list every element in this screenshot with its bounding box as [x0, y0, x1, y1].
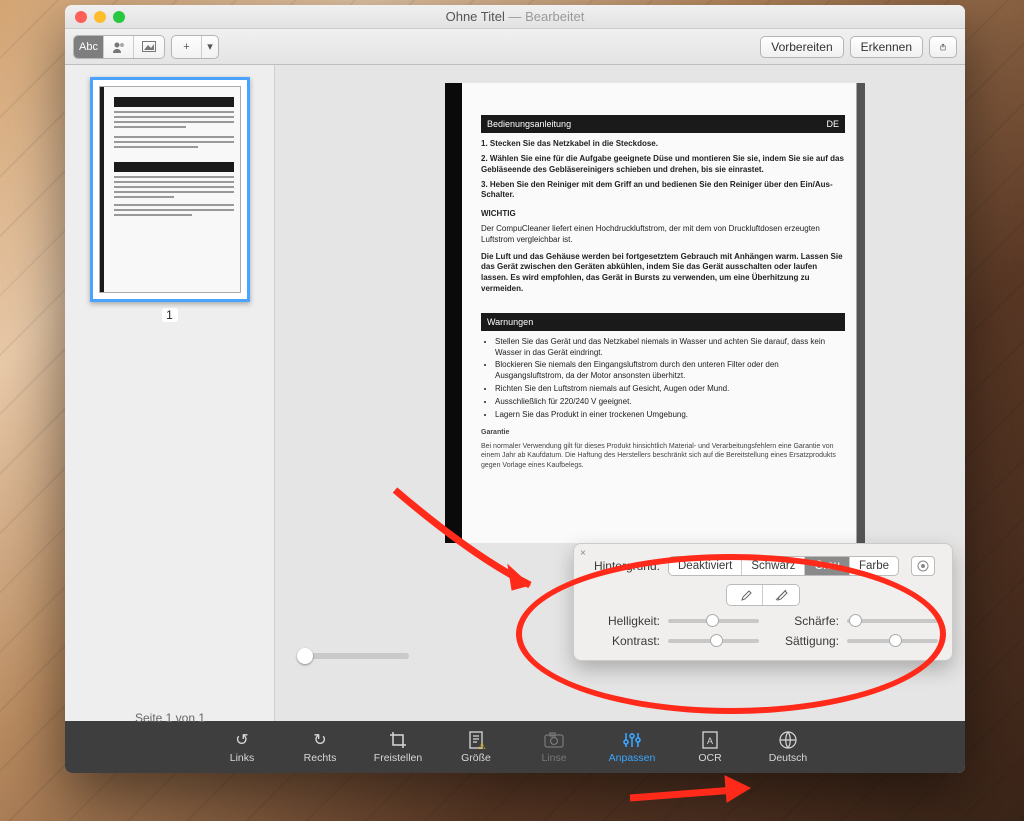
rotate-left-button[interactable]: ↺Links — [215, 730, 269, 764]
thumbnail-sidebar: 1 — [65, 65, 275, 721]
language-button[interactable]: Deutsch — [761, 730, 815, 764]
adjust-button[interactable]: Anpassen — [605, 730, 659, 764]
abc-mode-button[interactable]: Abc — [74, 36, 104, 58]
view-mode-segment[interactable]: Abc — [73, 35, 165, 59]
rotate-right-button[interactable]: ↻Rechts — [293, 730, 347, 764]
annotation-arrow-2 — [620, 768, 770, 818]
document-preview: BedienungsanleitungDE 1. Stecken Sie das… — [445, 83, 865, 543]
section-title: Bedienungsanleitung — [487, 118, 571, 130]
size-button[interactable]: Größe — [449, 730, 503, 764]
titlebar: Ohne Titel — Bearbeitet — [65, 5, 965, 29]
title-main: Ohne Titel — [446, 9, 505, 24]
lens-button[interactable]: Linse — [527, 730, 581, 764]
section-lang: DE — [826, 118, 839, 130]
minimize-icon[interactable] — [94, 11, 106, 23]
ocr-button[interactable]: AOCR — [683, 730, 737, 764]
title-suffix: — Bearbeitet — [505, 9, 585, 24]
toolbar: Abc + ▾ Vorbereiten Erkennen — [65, 29, 965, 65]
add-dropdown-button[interactable]: ▾ — [202, 36, 218, 58]
add-button[interactable]: + — [172, 36, 202, 58]
thumbnail-page-number: 1 — [162, 308, 178, 322]
annotation-ellipse — [516, 554, 946, 714]
zoom-icon[interactable] — [113, 11, 125, 23]
bottom-toolbar: ↺Links ↻Rechts Freistellen Größe Linse A… — [65, 721, 965, 773]
prepare-button[interactable]: Vorbereiten — [760, 36, 843, 58]
zoom-slider[interactable] — [299, 653, 409, 659]
close-icon[interactable] — [75, 11, 87, 23]
page-thumbnail[interactable] — [90, 77, 250, 302]
add-segment[interactable]: + ▾ — [171, 35, 219, 59]
crop-button[interactable]: Freistellen — [371, 730, 425, 764]
svg-text:A: A — [707, 736, 713, 746]
image-mode-button[interactable] — [134, 36, 164, 58]
color-swatch-button[interactable] — [911, 556, 935, 576]
people-mode-button[interactable] — [104, 36, 134, 58]
section-title-2: Warnungen — [487, 316, 533, 328]
page-counter: Seite 1 von 1 — [65, 711, 275, 725]
window-title: Ohne Titel — Bearbeitet — [125, 9, 905, 24]
share-button[interactable] — [929, 36, 957, 58]
popover-close-button[interactable]: × — [580, 548, 586, 559]
recognize-button[interactable]: Erkennen — [850, 36, 923, 58]
annotation-arrow-1 — [380, 480, 560, 610]
